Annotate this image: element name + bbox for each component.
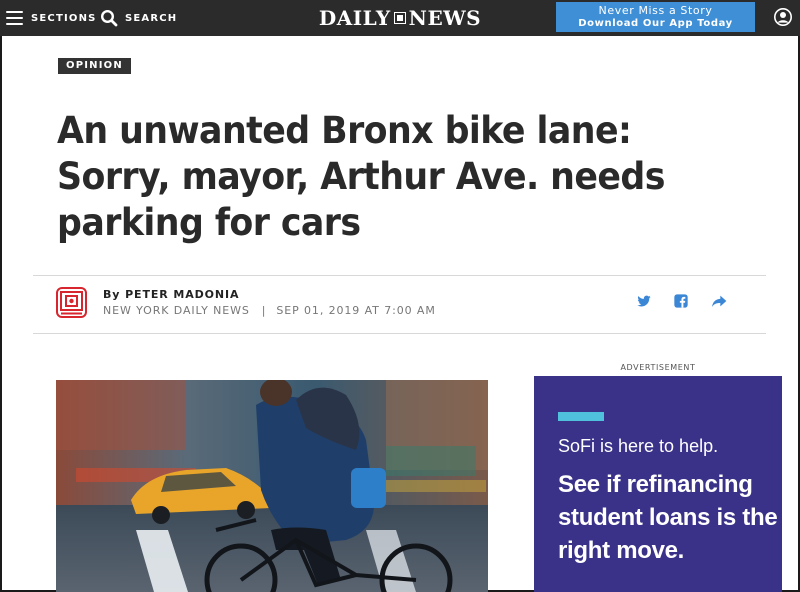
app-cta-line1: Never Miss a Story <box>598 4 713 17</box>
hamburger-icon <box>6 11 23 25</box>
twitter-icon[interactable] <box>636 293 652 309</box>
search-icon <box>100 9 118 27</box>
app-cta-line2: Download Our App Today <box>578 18 733 29</box>
section-tag-opinion[interactable]: OPINION <box>58 58 131 74</box>
advertisement-label: ADVERTISEMENT <box>620 363 696 372</box>
ad-accent-bar <box>558 412 604 421</box>
search-button[interactable]: SEARCH <box>100 9 177 27</box>
download-app-button[interactable]: Never Miss a Story Download Our App Toda… <box>556 2 755 32</box>
sections-label: SECTIONS <box>31 12 97 24</box>
divider-bottom <box>33 333 766 334</box>
divider-top <box>33 275 766 276</box>
publication-name: NEW YORK DAILY NEWS <box>103 304 250 317</box>
byline-prefix: By <box>103 288 121 301</box>
article-meta: NEW YORK DAILY NEWS | SEP 01, 2019 AT 7:… <box>103 304 436 317</box>
user-profile-icon[interactable] <box>773 7 793 27</box>
search-label: SEARCH <box>125 12 178 24</box>
logo-text-left: DAILY <box>318 6 391 30</box>
logo-emblem-icon <box>393 12 406 24</box>
ad-intro-text: SoFi is here to help. <box>558 436 719 456</box>
ad-headline: See if refinancing student loans is the … <box>558 471 778 564</box>
article-headline: An unwanted Bronx bike lane: Sorry, mayo… <box>57 109 665 244</box>
top-navigation-bar: SECTIONS SEARCH DAILY NEWS Never Miss a … <box>0 0 800 36</box>
daily-news-logo[interactable]: DAILY NEWS <box>305 5 495 31</box>
publish-date: SEP 01, 2019 AT 7:00 AM <box>276 304 436 317</box>
author-avatar-logo <box>56 287 87 318</box>
facebook-icon[interactable] <box>673 293 689 309</box>
sections-menu-button[interactable]: SECTIONS <box>6 9 97 27</box>
article-hero-image[interactable] <box>56 380 488 592</box>
author-name-link[interactable]: PETER MADONIA <box>125 288 239 301</box>
meta-separator: | <box>261 304 267 317</box>
byline: By PETER MADONIA <box>103 288 239 301</box>
logo-text-right: NEWS <box>408 6 482 30</box>
share-arrow-icon[interactable] <box>711 293 727 309</box>
sofi-advertisement[interactable]: SoFi is here to help. See if refinancing… <box>534 376 782 592</box>
